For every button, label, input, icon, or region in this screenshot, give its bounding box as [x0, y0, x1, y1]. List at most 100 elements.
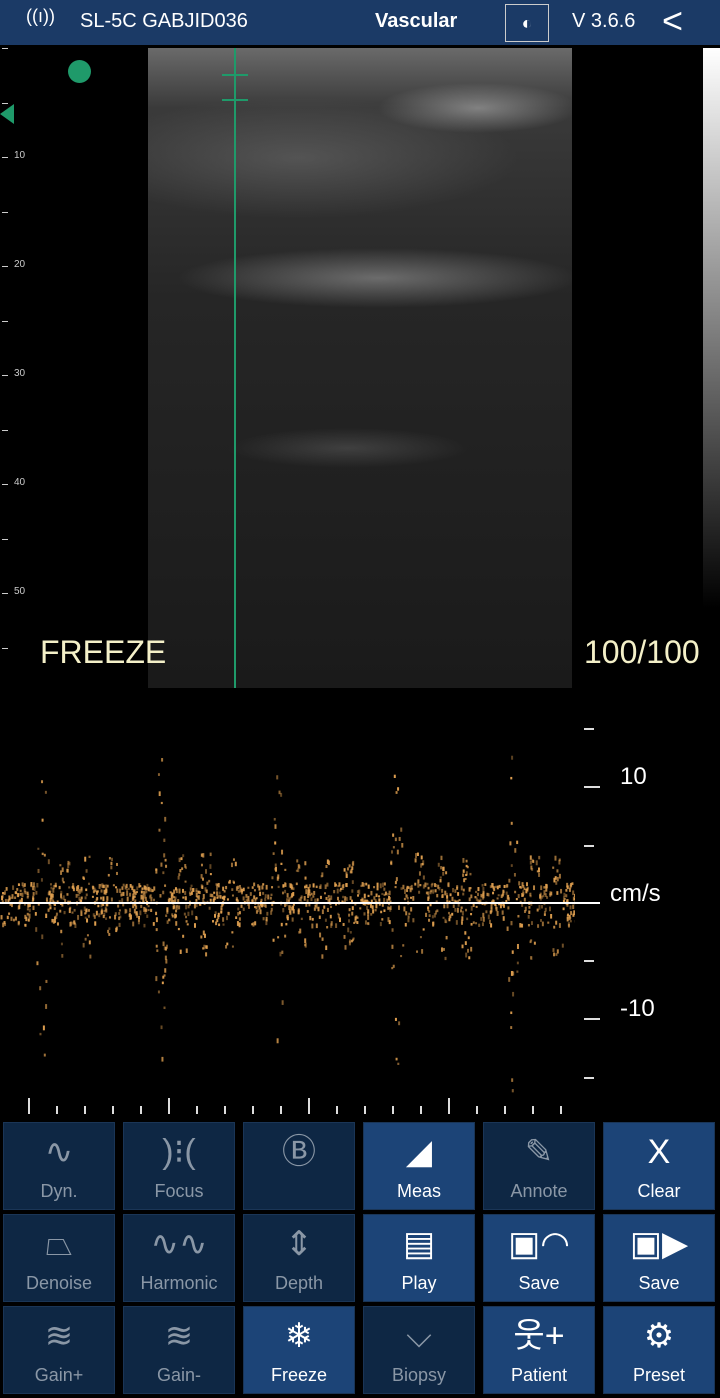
spectrum-sample: [86, 918, 89, 923]
spectrum-sample: [325, 896, 328, 900]
button-patient[interactable]: 웃+ Patient: [483, 1306, 595, 1394]
spectrum-sample: [85, 869, 88, 873]
button-harmonic[interactable]: ∿∿ Harmonic: [123, 1214, 235, 1302]
button-denoise[interactable]: ⏢ Denoise: [3, 1214, 115, 1302]
spectrum-sample: [365, 882, 368, 886]
spectrum-sample: [330, 923, 333, 928]
spectrum-sample: [262, 917, 265, 921]
doppler-cursor-line[interactable]: [234, 48, 236, 688]
spectrum-sample: [110, 861, 113, 866]
spectrum-sample: [456, 885, 459, 888]
spectrum-sample: [225, 945, 228, 949]
spectrum-sample: [572, 904, 575, 910]
spectrum-sample: [84, 896, 87, 900]
spectrum-sample: [174, 896, 177, 900]
depth-label: 30: [14, 368, 26, 379]
button-dyn-[interactable]: ∿ Dyn.: [3, 1122, 115, 1210]
spectrum-sample: [285, 922, 288, 926]
velocity-tick: [584, 1077, 594, 1079]
sample-gate-bottom[interactable]: [222, 99, 248, 101]
spectrum-sample: [563, 892, 566, 898]
button-clear[interactable]: X Clear: [603, 1122, 715, 1210]
spectrum-sample: [310, 897, 313, 902]
spectrum-sample: [404, 922, 407, 927]
back-chevron-icon[interactable]: <: [662, 0, 683, 42]
spectrum-sample: [28, 908, 31, 913]
spectrum-sample: [381, 892, 384, 896]
spectrum-sample: [28, 913, 31, 919]
spectrum-sample: [452, 904, 455, 908]
ultrasound-image[interactable]: [148, 48, 572, 688]
spectrum-sample: [179, 949, 182, 954]
spectrum-sample: [523, 887, 526, 891]
spectrum-sample: [313, 890, 316, 895]
spectrum-sample: [50, 886, 53, 890]
button-annote[interactable]: ✎ Annote: [483, 1122, 595, 1210]
spectrum-sample: [213, 914, 216, 918]
spectrum-sample: [407, 886, 410, 889]
spectrum-sample: [516, 970, 519, 973]
spectrum-sample: [132, 903, 135, 909]
spectrum-sample: [555, 953, 558, 956]
time-tick: [280, 1106, 282, 1114]
spectrum-sample: [122, 891, 125, 896]
spectrum-sample: [440, 866, 443, 870]
button-focus[interactable]: )⁝(Focus: [123, 1122, 235, 1210]
spectrum-sample: [337, 914, 340, 919]
velocity-tick: [584, 960, 594, 962]
spectrum-sample: [150, 908, 153, 912]
spectrum-sample: [165, 864, 168, 868]
spectrum-sample: [155, 911, 158, 916]
spectrum-sample: [84, 856, 87, 862]
spectrum-sample: [179, 869, 182, 873]
spectrum-sample: [235, 886, 238, 891]
spectrum-sample: [470, 906, 473, 911]
spectrum-sample: [21, 892, 24, 898]
spectrum-sample: [108, 932, 111, 936]
spectrum-sample: [372, 909, 375, 914]
spectrum-sample: [88, 855, 91, 859]
spectrum-sample: [421, 949, 424, 954]
spectrum-sample: [230, 862, 233, 868]
preset-name[interactable]: Vascular: [375, 10, 457, 33]
spectrum-sample: [558, 858, 561, 862]
spectrum-sample: [129, 892, 132, 897]
spectrum-sample: [273, 817, 276, 821]
button-biopsy[interactable]: ⌵ Biopsy: [363, 1306, 475, 1394]
spectrum-sample: [545, 887, 548, 892]
probe-image-icon[interactable]: ◐: [505, 4, 549, 42]
spectrum-sample: [345, 897, 348, 901]
spectrum-sample: [496, 897, 499, 900]
spectrum-sample: [315, 923, 318, 929]
velocity-tick: [584, 728, 594, 730]
spectrum-sample: [255, 910, 258, 914]
spectrum-sample: [509, 841, 512, 846]
spectrum-sample: [489, 910, 492, 915]
spectrum-sample: [358, 889, 361, 895]
spectrum-sample: [562, 896, 565, 901]
button-save-video[interactable]: ▣▶ Save: [603, 1214, 715, 1302]
sample-gate-top[interactable]: [222, 74, 248, 76]
button-freeze[interactable]: ❄ Freeze: [243, 1306, 355, 1394]
button-gain-[interactable]: ≋ Gain+: [3, 1306, 115, 1394]
spectrum-sample: [219, 895, 222, 899]
button-b-mode[interactable]: Ⓑ: [243, 1122, 355, 1210]
spectrum-sample: [326, 882, 329, 887]
depth-tick: [2, 266, 8, 267]
spectrum-sample: [445, 871, 448, 875]
button-gain-[interactable]: ≋ Gain-: [123, 1306, 235, 1394]
spectrum-sample: [173, 889, 176, 894]
button-play[interactable]: ▤ Play: [363, 1214, 475, 1302]
button-preset[interactable]: ⚙ Preset: [603, 1306, 715, 1394]
spectrum-sample: [300, 895, 303, 899]
spectrum-sample: [462, 869, 465, 873]
button-save[interactable]: ▣◠ Save: [483, 1214, 595, 1302]
spectrum-sample: [400, 887, 403, 890]
spectrum-sample: [137, 918, 140, 922]
spectrum-sample: [271, 886, 274, 889]
spectrum-sample: [446, 895, 449, 899]
button-depth[interactable]: ⇕ Depth: [243, 1214, 355, 1302]
button-meas[interactable]: ◢ Meas: [363, 1122, 475, 1210]
spectrum-sample: [393, 774, 396, 778]
spectrum-sample: [43, 853, 46, 857]
